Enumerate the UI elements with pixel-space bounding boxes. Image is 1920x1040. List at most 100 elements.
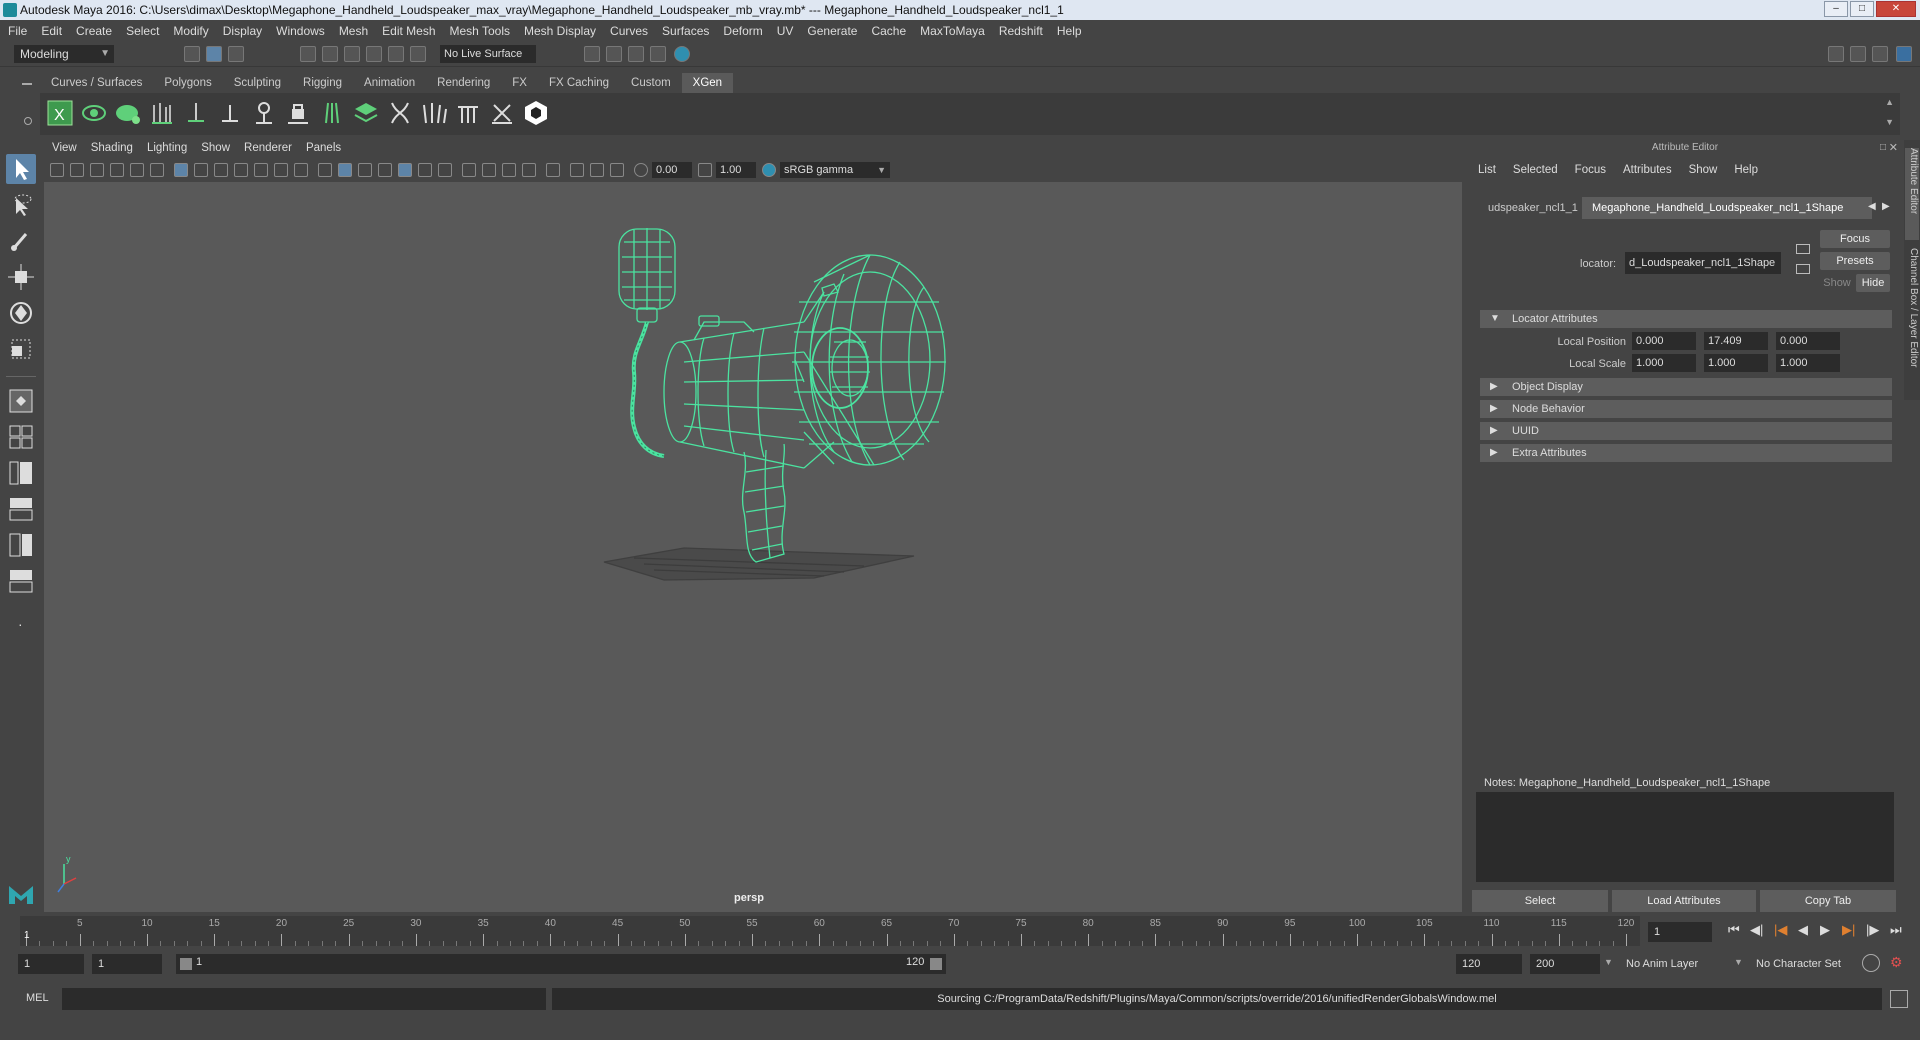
snap-grid-icon[interactable] <box>300 46 316 62</box>
exposure-icon[interactable] <box>634 163 648 177</box>
tab-scroll-left-icon[interactable]: ◀ <box>1868 201 1876 212</box>
view-transform-dropdown[interactable]: sRGB gamma ▼ <box>780 162 890 178</box>
tab-polygons[interactable]: Polygons <box>153 73 222 93</box>
menu-mesh-display[interactable]: Mesh Display <box>524 24 596 38</box>
ae-menu-attributes[interactable]: Attributes <box>1623 164 1672 176</box>
menu-edit[interactable]: Edit <box>41 24 62 38</box>
hex-icon[interactable] <box>522 99 550 127</box>
snap-surface-icon[interactable] <box>388 46 404 62</box>
local-position-z-field[interactable]: 0.000 <box>1776 332 1840 350</box>
float-panel-icon[interactable]: □ <box>1880 142 1886 153</box>
single-perspective-layout-icon[interactable] <box>6 386 36 416</box>
grid-toggle-icon[interactable] <box>174 163 188 177</box>
use-all-lights-icon[interactable] <box>418 163 432 177</box>
modeling-toolkit-icon[interactable] <box>1896 46 1912 62</box>
step-back-frame-icon[interactable]: ◀| <box>1750 922 1763 938</box>
layers-icon[interactable] <box>352 99 380 127</box>
focus-input-icon[interactable] <box>1796 244 1810 254</box>
tab-sculpting[interactable]: Sculpting <box>223 73 292 93</box>
screen-space-ao-icon[interactable] <box>462 163 476 177</box>
script-editor-icon[interactable] <box>1890 990 1908 1008</box>
menu-create[interactable]: Create <box>76 24 112 38</box>
menu-surfaces[interactable]: Surfaces <box>662 24 709 38</box>
tab-curves-surfaces[interactable]: Curves / Surfaces <box>40 73 153 93</box>
persp-graph-layout-icon[interactable] <box>6 494 36 524</box>
bookmark-icon[interactable] <box>90 163 104 177</box>
tab-fx-caching[interactable]: FX Caching <box>538 73 620 93</box>
film-gate-icon[interactable] <box>194 163 208 177</box>
focus-button[interactable]: Focus <box>1820 230 1890 248</box>
vp-menu-shading[interactable]: Shading <box>91 142 133 154</box>
ipr-render-icon[interactable] <box>628 46 644 62</box>
menu-select[interactable]: Select <box>126 24 159 38</box>
shelf-scroll-down-icon[interactable]: ▼ <box>1885 117 1894 127</box>
presets-button[interactable]: Presets <box>1820 252 1890 270</box>
menu-mesh[interactable]: Mesh <box>339 24 368 38</box>
go-to-start-icon[interactable]: ⏮ <box>1728 922 1740 938</box>
xray-components-icon[interactable] <box>590 163 604 177</box>
scale-tool-icon[interactable] <box>6 334 36 364</box>
step-forward-key-icon[interactable]: ▶| <box>1842 922 1855 938</box>
tab-rendering[interactable]: Rendering <box>426 73 501 93</box>
frame-uuid[interactable]: ▶ UUID <box>1480 422 1892 440</box>
camera-select-icon[interactable] <box>50 163 64 177</box>
ae-tab-transform[interactable]: udspeaker_ncl1_1 <box>1478 197 1578 219</box>
local-scale-y-field[interactable]: 1.000 <box>1704 354 1768 372</box>
panel-layout-icon[interactable] <box>1850 46 1866 62</box>
default-material-icon[interactable] <box>358 163 372 177</box>
xgen-editor-icon[interactable]: X <box>46 99 74 127</box>
play-backwards-icon[interactable]: ◀ <box>1798 922 1808 938</box>
close-panel-icon[interactable]: ✕ <box>1889 141 1898 154</box>
menu-maxtomaya[interactable]: MaxToMaya <box>920 24 985 38</box>
brush-icon[interactable] <box>386 99 414 127</box>
frame-locator-attributes[interactable]: ▼ Locator Attributes <box>1480 310 1892 328</box>
motion-blur-icon[interactable] <box>482 163 496 177</box>
cut-icon[interactable] <box>488 99 516 127</box>
menu-cache[interactable]: Cache <box>871 24 906 38</box>
playback-end-field[interactable]: 120 <box>1456 954 1522 974</box>
range-bar[interactable]: 1 120 <box>176 954 946 974</box>
menu-curves[interactable]: Curves <box>610 24 648 38</box>
vp-menu-lighting[interactable]: Lighting <box>147 142 187 154</box>
color-management-icon[interactable] <box>762 163 776 177</box>
move-tool-icon[interactable] <box>6 262 36 292</box>
side-tab-channel-box[interactable]: Channel Box / Layer Editor <box>1905 248 1919 398</box>
select-component-icon[interactable] <box>228 46 244 62</box>
snap-magnet-icon[interactable] <box>410 46 426 62</box>
local-position-y-field[interactable]: 17.409 <box>1704 332 1768 350</box>
grease-pencil-icon[interactable] <box>150 163 164 177</box>
gamma-icon[interactable] <box>698 163 712 177</box>
play-forwards-icon[interactable]: ▶ <box>1820 922 1830 938</box>
isolate-select-icon[interactable] <box>546 163 560 177</box>
menu-modify[interactable]: Modify <box>173 24 208 38</box>
wireframe-on-shaded-icon[interactable] <box>378 163 392 177</box>
multisample-aa-icon[interactable] <box>502 163 516 177</box>
tab-fx[interactable]: FX <box>501 73 538 93</box>
shadows-icon[interactable] <box>438 163 452 177</box>
shelf-scroll-up-icon[interactable]: ▲ <box>1885 97 1894 107</box>
textures-icon[interactable] <box>610 163 624 177</box>
four-view-layout-icon[interactable] <box>6 422 36 452</box>
grass-icon[interactable] <box>420 99 448 127</box>
select-tool-icon[interactable] <box>6 154 36 184</box>
animation-start-field[interactable]: 1 <box>18 954 84 974</box>
shelf-menu-icon[interactable] <box>22 83 32 85</box>
tab-scroll-right-icon[interactable]: ▶ <box>1882 201 1890 212</box>
menu-help[interactable]: Help <box>1057 24 1082 38</box>
go-to-end-icon[interactable]: ⏭ <box>1890 922 1902 938</box>
wireframe-icon[interactable] <box>318 163 332 177</box>
tab-rigging[interactable]: Rigging <box>292 73 353 93</box>
gate-mask-icon[interactable] <box>234 163 248 177</box>
smooth-shade-icon[interactable] <box>338 163 352 177</box>
vp-menu-renderer[interactable]: Renderer <box>244 142 292 154</box>
safe-action-icon[interactable] <box>274 163 288 177</box>
menu-deform[interactable]: Deform <box>723 24 762 38</box>
node-name-field[interactable]: d_Loudspeaker_ncl1_1Shape <box>1625 252 1781 274</box>
step-back-key-icon[interactable]: |◀ <box>1774 922 1787 938</box>
ae-menu-selected[interactable]: Selected <box>1513 164 1558 176</box>
xray-joints-icon[interactable] <box>570 163 584 177</box>
load-attributes-button[interactable]: Load Attributes <box>1612 890 1756 912</box>
guide-sculpt-icon[interactable] <box>318 99 346 127</box>
vp-menu-view[interactable]: View <box>52 142 77 154</box>
close-button[interactable]: ✕ <box>1876 1 1916 17</box>
